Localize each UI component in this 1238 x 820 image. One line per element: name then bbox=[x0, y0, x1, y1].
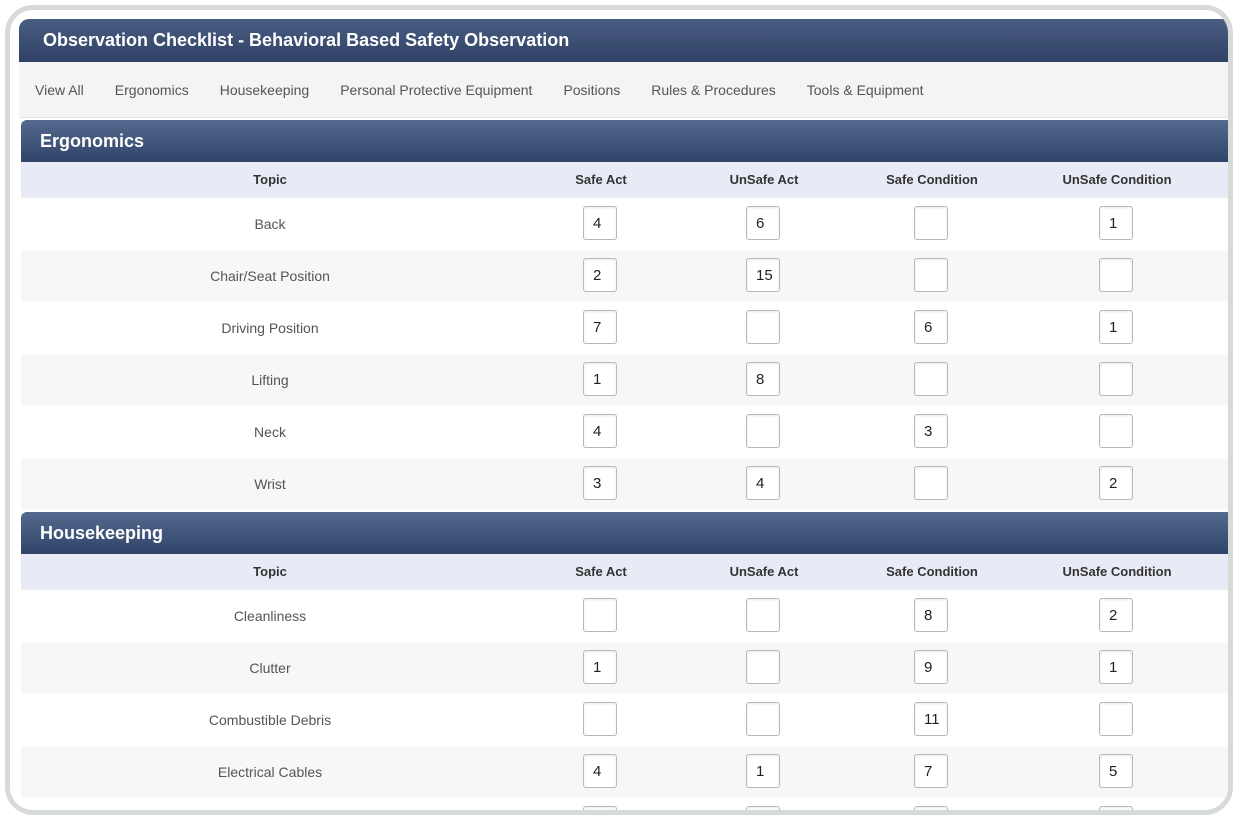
section-title: Ergonomics bbox=[21, 120, 1228, 162]
unsafe-condition-input[interactable] bbox=[1099, 414, 1133, 448]
safe-condition-input[interactable] bbox=[914, 754, 948, 788]
table-row bbox=[21, 798, 1228, 810]
unsafe-condition-input[interactable] bbox=[1099, 258, 1133, 292]
column-header-safe-act: Safe Act bbox=[575, 564, 627, 579]
safe-condition-input[interactable] bbox=[914, 650, 948, 684]
column-header-safe-act: Safe Act bbox=[575, 172, 627, 187]
row-topic: Chair/Seat Position bbox=[210, 268, 330, 284]
row-topic: Cleanliness bbox=[233, 608, 307, 624]
section-ergonomics: Ergonomics Topic Safe Act UnSafe Act Saf… bbox=[21, 120, 1228, 510]
tab-rules-procedures[interactable]: Rules & Procedures bbox=[651, 82, 776, 98]
safe-condition-input[interactable] bbox=[914, 598, 948, 632]
safe-condition-input[interactable] bbox=[914, 258, 948, 292]
section-housekeeping: Housekeeping Topic Safe Act UnSafe Act S… bbox=[21, 512, 1228, 810]
unsafe-condition-input[interactable] bbox=[1099, 598, 1133, 632]
row-topic: Neck bbox=[254, 424, 286, 440]
table-row: Back bbox=[21, 198, 1228, 250]
table-row: Electrical Cables bbox=[21, 746, 1228, 798]
table-row: Chair/Seat Position bbox=[21, 250, 1228, 302]
unsafe-condition-input[interactable] bbox=[1099, 702, 1133, 736]
safe-condition-input[interactable] bbox=[914, 414, 948, 448]
column-header-safe-condition: Safe Condition bbox=[886, 564, 978, 579]
safe-act-input[interactable] bbox=[583, 206, 617, 240]
safe-act-input[interactable] bbox=[583, 466, 617, 500]
tab-positions[interactable]: Positions bbox=[563, 82, 620, 98]
unsafe-act-input[interactable] bbox=[746, 362, 780, 396]
column-header-topic: Topic bbox=[253, 564, 287, 579]
column-header-unsafe-condition: UnSafe Condition bbox=[1062, 172, 1172, 187]
unsafe-act-input[interactable] bbox=[746, 466, 780, 500]
table-row: Wrist bbox=[21, 458, 1228, 510]
unsafe-condition-input[interactable] bbox=[1099, 806, 1133, 810]
unsafe-act-input[interactable] bbox=[746, 806, 780, 810]
safe-act-input[interactable] bbox=[583, 754, 617, 788]
table-row: Cleanliness bbox=[21, 590, 1228, 642]
tab-tools-equipment[interactable]: Tools & Equipment bbox=[807, 82, 924, 98]
table-row: Combustible Debris bbox=[21, 694, 1228, 746]
unsafe-condition-input[interactable] bbox=[1099, 754, 1133, 788]
safe-condition-input[interactable] bbox=[914, 310, 948, 344]
unsafe-condition-input[interactable] bbox=[1099, 310, 1133, 344]
safe-act-input[interactable] bbox=[583, 258, 617, 292]
safe-condition-input[interactable] bbox=[914, 466, 948, 500]
column-header-topic: Topic bbox=[253, 172, 287, 187]
safe-act-input[interactable] bbox=[583, 598, 617, 632]
unsafe-act-input[interactable] bbox=[746, 702, 780, 736]
safe-act-input[interactable] bbox=[583, 702, 617, 736]
unsafe-condition-input[interactable] bbox=[1099, 650, 1133, 684]
row-topic: Driving Position bbox=[221, 320, 319, 336]
safe-act-input[interactable] bbox=[583, 362, 617, 396]
safe-condition-input[interactable] bbox=[914, 702, 948, 736]
unsafe-act-input[interactable] bbox=[746, 310, 780, 344]
tab-personal-protective-equipment[interactable]: Personal Protective Equipment bbox=[340, 82, 532, 98]
unsafe-condition-input[interactable] bbox=[1099, 206, 1133, 240]
safe-act-input[interactable] bbox=[583, 310, 617, 344]
tab-view-all[interactable]: View All bbox=[35, 82, 84, 98]
unsafe-act-input[interactable] bbox=[746, 754, 780, 788]
tab-ergonomics[interactable]: Ergonomics bbox=[115, 82, 189, 98]
app-window: Observation Checklist - Behavioral Based… bbox=[5, 5, 1233, 815]
row-topic: Lifting bbox=[251, 372, 289, 388]
safe-condition-input[interactable] bbox=[914, 806, 948, 810]
safe-condition-input[interactable] bbox=[914, 206, 948, 240]
safe-act-input[interactable] bbox=[583, 650, 617, 684]
unsafe-condition-input[interactable] bbox=[1099, 362, 1133, 396]
row-topic: Combustible Debris bbox=[208, 712, 332, 728]
unsafe-condition-input[interactable] bbox=[1099, 466, 1133, 500]
unsafe-act-input[interactable] bbox=[746, 650, 780, 684]
table-row: Clutter bbox=[21, 642, 1228, 694]
safe-act-input[interactable] bbox=[583, 806, 617, 810]
unsafe-act-input[interactable] bbox=[746, 258, 780, 292]
unsafe-act-input[interactable] bbox=[746, 598, 780, 632]
column-header-safe-condition: Safe Condition bbox=[886, 172, 978, 187]
tab-housekeeping[interactable]: Housekeeping bbox=[220, 82, 310, 98]
safe-act-input[interactable] bbox=[583, 414, 617, 448]
window-title: Observation Checklist - Behavioral Based… bbox=[19, 19, 1228, 62]
table-row: Lifting bbox=[21, 354, 1228, 406]
row-topic: Back bbox=[254, 216, 286, 232]
unsafe-act-input[interactable] bbox=[746, 206, 780, 240]
safe-condition-input[interactable] bbox=[914, 362, 948, 396]
table-row: Neck bbox=[21, 406, 1228, 458]
column-header-unsafe-act: UnSafe Act bbox=[729, 172, 799, 187]
unsafe-act-input[interactable] bbox=[746, 414, 780, 448]
column-header-unsafe-condition: UnSafe Condition bbox=[1062, 564, 1172, 579]
row-topic: Clutter bbox=[249, 660, 291, 676]
category-tabs: View All Ergonomics Housekeeping Persona… bbox=[19, 62, 1228, 118]
table-row: Driving Position bbox=[21, 302, 1228, 354]
table-header: Topic Safe Act UnSafe Act Safe Condition… bbox=[21, 162, 1228, 198]
column-header-unsafe-act: UnSafe Act bbox=[729, 564, 799, 579]
section-title: Housekeeping bbox=[21, 512, 1228, 554]
row-topic: Electrical Cables bbox=[217, 764, 323, 780]
row-topic: Wrist bbox=[254, 476, 286, 492]
table-header: Topic Safe Act UnSafe Act Safe Condition… bbox=[21, 554, 1228, 590]
